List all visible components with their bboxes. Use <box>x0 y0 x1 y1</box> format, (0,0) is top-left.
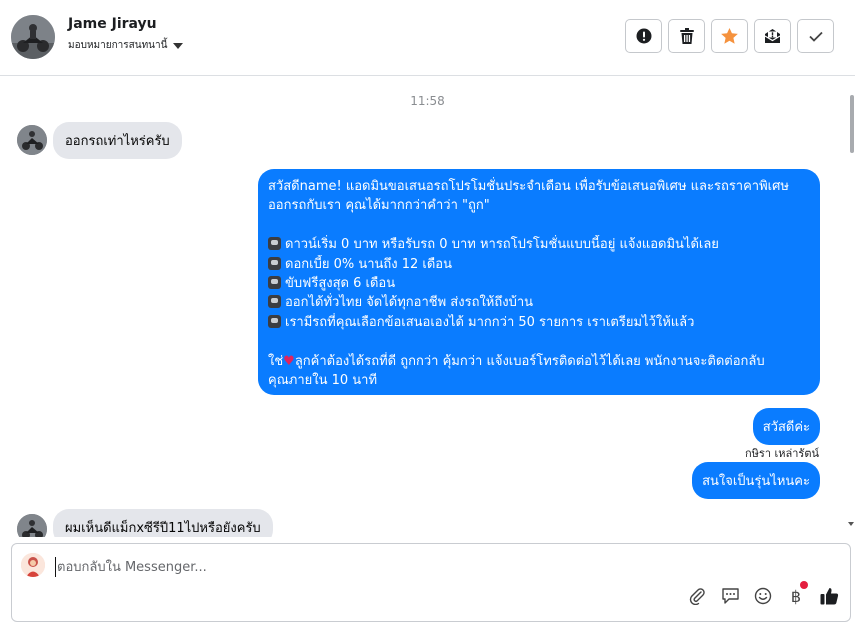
thumbs-up-icon <box>820 588 838 605</box>
assign-label: มอบหมายการสนทนานี้ <box>68 40 168 51</box>
messenger-inbox: Jame Jirayu มอบหมายการสนทนานี้ 11:58 ออก… <box>0 0 855 626</box>
closing-prefix: ใช่ <box>268 353 284 369</box>
message-thread[interactable]: 11:58 ออกรถเท่าไหร่ครับ สวัสดีname! แอดม… <box>0 77 855 537</box>
sparkle-heart-icon: ♥ <box>283 353 295 369</box>
star-button[interactable] <box>711 19 748 53</box>
outgoing-promo-message[interactable]: สวัสดีname! แอดมินขอเสนอรถโปรโมชั่นประจำ… <box>258 169 820 395</box>
agent-avatar-icon <box>21 553 45 577</box>
emoji-button[interactable] <box>752 585 774 607</box>
car-emoji-icon <box>268 276 281 290</box>
composer-toolbar: ฿ <box>686 581 840 607</box>
paperclip-icon <box>689 588 705 605</box>
checkmark-icon <box>808 31 823 42</box>
closing-text: ลูกค้าต้องได้รถที่ดี ถูกกว่า คุ้มกว่า แจ… <box>294 353 765 369</box>
baht-icon: ฿ <box>790 586 802 606</box>
motorcycle-photo-icon <box>11 15 55 59</box>
promo-line-2: ออกรถกับเรา คุณได้มากกว่าคำว่า "ถูก" <box>268 198 490 214</box>
attach-button[interactable] <box>686 585 708 607</box>
promo-closing-2: คุณภายใน 10 นาที <box>268 373 378 389</box>
outgoing-message[interactable]: สนใจเป็นรุ่นไหนคะ <box>692 462 820 499</box>
scroll-down-arrow-icon[interactable] <box>848 522 854 526</box>
message-timestamp: 11:58 <box>410 94 445 108</box>
header-actions <box>625 19 834 53</box>
delete-button[interactable] <box>668 19 705 53</box>
incoming-message[interactable]: ออกรถเท่าไหร่ครับ <box>53 122 182 159</box>
promo-bullet-2: ดอกเบี้ย 0% นานถึง 12 เดือน <box>268 255 810 274</box>
car-emoji-icon <box>268 237 281 251</box>
saved-replies-button[interactable] <box>719 585 741 607</box>
agent-avatar <box>21 553 45 577</box>
contact-avatar-small <box>17 514 47 537</box>
car-emoji-icon <box>268 295 281 309</box>
promo-bullet-1: ดาวน์เริ่ม 0 บาท หรือรับรถ 0 บาท หารถโปร… <box>268 235 810 254</box>
trash-icon <box>679 28 694 44</box>
thread-scrollbar[interactable] <box>848 77 855 532</box>
conversation-header: Jame Jirayu มอบหมายการสนทนานี้ <box>0 0 855 76</box>
mark-done-button[interactable] <box>797 19 834 53</box>
promo-line-1: สวัสดีname! แอดมินขอเสนอรถโปรโมชั่นประจำ… <box>268 179 789 194</box>
bullet-text: ออกได้ทั่วไทย จัดได้ทุกอาชีพ ส่งรถให้ถึง… <box>285 295 534 311</box>
car-emoji-icon <box>268 256 281 270</box>
promo-bullet-3: ขับฟรีสูงสุด 6 เดือน <box>268 274 810 293</box>
scrollbar-thumb[interactable] <box>850 95 854 153</box>
mark-spam-button[interactable] <box>754 19 791 53</box>
contact-avatar[interactable] <box>11 15 55 59</box>
sender-name: กษิรา เหล่ารัตน์ <box>745 447 819 460</box>
smiley-icon <box>754 587 772 605</box>
like-button[interactable] <box>818 585 840 607</box>
promo-bullet-4: ออกได้ทั่วไทย จัดได้ทุกอาชีพ ส่งรถให้ถึง… <box>268 293 810 312</box>
promo-bullet-5: เรามีรถที่คุณเลือกข้อเสนอเองได้ มากกว่า … <box>268 313 810 332</box>
bullet-text: ดาวน์เริ่ม 0 บาท หรือรับรถ 0 บาท หารถโปร… <box>285 237 719 253</box>
caret-down-icon <box>173 42 184 49</box>
report-button[interactable] <box>625 19 662 53</box>
reply-input[interactable] <box>55 557 655 577</box>
star-icon <box>721 28 738 44</box>
payment-button[interactable]: ฿ <box>785 581 808 607</box>
motorcycle-photo-icon <box>17 514 47 537</box>
bullet-text: ขับฟรีสูงสุด 6 เดือน <box>285 276 396 292</box>
notification-dot <box>800 581 808 589</box>
car-emoji-icon <box>268 314 281 328</box>
spam-inbox-icon <box>764 29 781 43</box>
assign-conversation-dropdown[interactable]: มอบหมายการสนทนานี้ <box>68 38 184 53</box>
outgoing-message[interactable]: สวัสดีค่ะ <box>752 408 820 445</box>
incoming-message[interactable]: ผมเห็นดีแม็กxซีรีปี11ไปหรือยังครับ <box>53 509 273 537</box>
bullet-text: เรามีรถที่คุณเลือกข้อเสนอเองได้ มากกว่า … <box>285 314 695 330</box>
reply-composer: ฿ <box>11 543 851 622</box>
motorcycle-photo-icon <box>17 125 47 155</box>
promo-closing-1: ใช่♥ลูกค้าต้องได้รถที่ดี ถูกกว่า คุ้มกว่… <box>268 352 810 371</box>
contact-avatar-small <box>17 125 47 155</box>
contact-name[interactable]: Jame Jirayu <box>68 16 157 32</box>
chat-bubble-icon <box>721 588 739 604</box>
exclamation-circle-icon <box>636 28 651 44</box>
bullet-text: ดอกเบี้ย 0% นานถึง 12 เดือน <box>285 256 453 272</box>
